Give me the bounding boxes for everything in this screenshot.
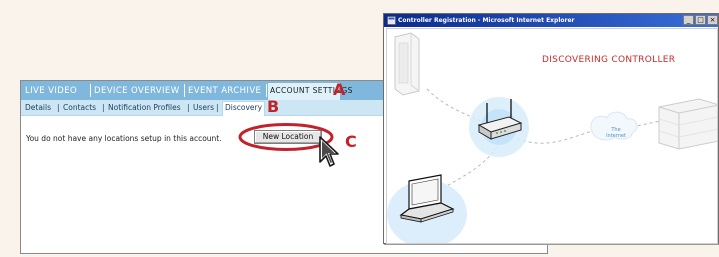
subtab-contacts[interactable]: Contacts bbox=[63, 102, 96, 114]
callout-c: C bbox=[345, 132, 357, 151]
mouse-cursor-icon bbox=[319, 136, 339, 167]
no-locations-message: You do not have any locations setup in t… bbox=[26, 134, 222, 143]
subnav-separator: | bbox=[216, 103, 219, 112]
ie-title-text: Controller Registration - Microsoft Inte… bbox=[398, 17, 575, 24]
ie-window-icon bbox=[387, 16, 396, 25]
maximize-icon[interactable]: □ bbox=[695, 15, 706, 25]
ie-content: DISCOVERING CONTROLLER The Internet bbox=[386, 28, 718, 244]
subtab-details[interactable]: Details bbox=[25, 102, 51, 114]
tab-live-video[interactable]: LIVE VIDEO bbox=[25, 84, 77, 98]
server-tower-icon bbox=[394, 32, 420, 96]
subnav-separator: | bbox=[57, 103, 60, 112]
subtab-users[interactable]: Users bbox=[193, 102, 214, 114]
tab-event-archive[interactable]: EVENT ARCHIVE bbox=[188, 84, 261, 98]
ie-title-bar[interactable]: Controller Registration - Microsoft Inte… bbox=[384, 14, 718, 27]
ie-window: Controller Registration - Microsoft Inte… bbox=[383, 13, 719, 244]
nav-separator bbox=[184, 84, 185, 97]
nav-separator bbox=[266, 84, 267, 97]
network-diagram bbox=[387, 32, 717, 243]
subnav-separator: | bbox=[102, 103, 105, 112]
internet-label-line2: Internet bbox=[606, 133, 626, 139]
subtab-discovery[interactable]: Discovery bbox=[222, 101, 266, 116]
internet-label: The Internet bbox=[596, 127, 636, 139]
nav-separator bbox=[90, 84, 91, 97]
minimize-icon[interactable]: _ bbox=[683, 15, 694, 25]
rack-server-icon bbox=[658, 98, 717, 150]
laptop-icon bbox=[387, 174, 467, 243]
close-icon[interactable]: × bbox=[707, 15, 718, 25]
callout-b: B bbox=[267, 97, 280, 116]
tab-device-overview[interactable]: DEVICE OVERVIEW bbox=[94, 84, 180, 98]
controller-router-icon bbox=[469, 97, 529, 157]
subtab-notification-profiles[interactable]: Notification Profiles bbox=[108, 102, 181, 114]
callout-a: A bbox=[333, 80, 346, 99]
subnav-separator: | bbox=[187, 103, 190, 112]
